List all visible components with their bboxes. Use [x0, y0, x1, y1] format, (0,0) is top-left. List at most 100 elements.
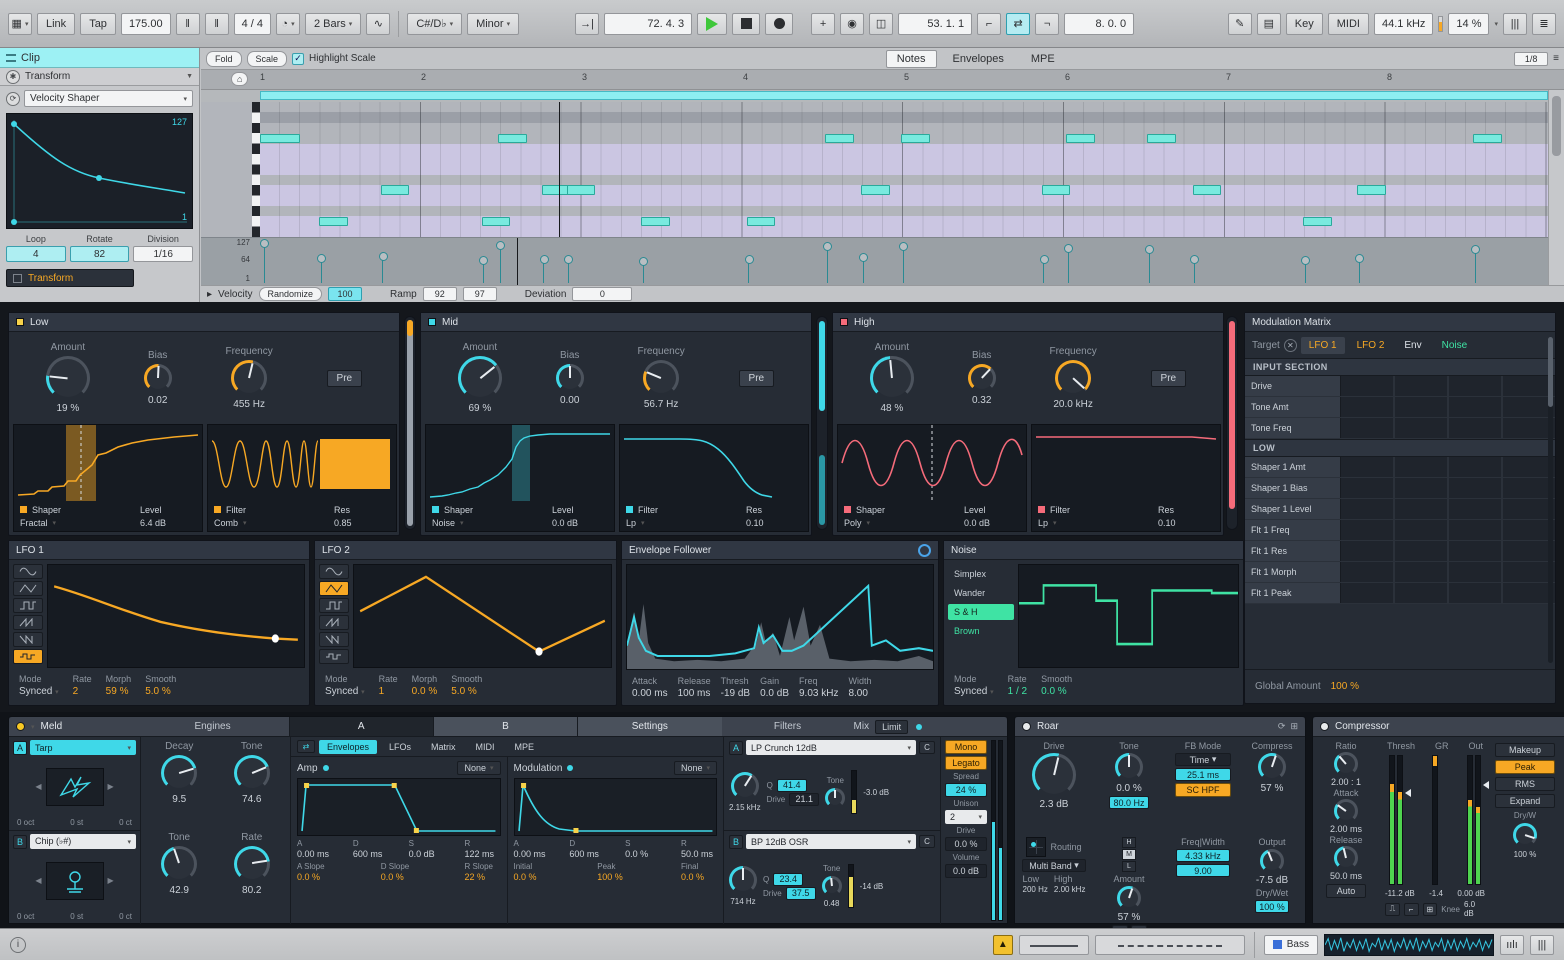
subtab-lfos[interactable]: LFOs — [381, 740, 419, 754]
tempo-field[interactable]: 175.00 — [121, 13, 171, 35]
noise-type-wander[interactable]: Wander — [948, 585, 1014, 601]
high-bias-knob[interactable] — [968, 364, 996, 392]
matrix-row[interactable]: Flt 1 Freq — [1245, 520, 1555, 541]
osc-a-st[interactable]: 0 st — [70, 818, 83, 827]
mid-shaper-level[interactable]: 0.0 dB — [552, 518, 608, 528]
peak-mode-button[interactable]: Peak — [1495, 760, 1555, 774]
scale-button[interactable]: Scale — [247, 51, 288, 67]
subtab-midi[interactable]: MIDI — [468, 740, 503, 754]
tab-engine-b[interactable]: B — [433, 717, 577, 736]
osc-b-st[interactable]: 0 st — [70, 912, 83, 921]
low-pre-button[interactable]: Pre — [327, 370, 363, 387]
highlight-scale-checkbox[interactable]: ✓ — [292, 53, 304, 65]
low-filter-res[interactable]: 0.85 — [334, 518, 390, 528]
amp-sustain[interactable]: 0.0 dB — [409, 849, 445, 859]
subtab-mpe[interactable]: MPE — [507, 740, 543, 754]
envf-thresh-value[interactable]: -19 dB — [721, 688, 750, 699]
amp-decay[interactable]: 600 ms — [353, 849, 389, 859]
matrix-row[interactable]: Shaper 1 Amt — [1245, 457, 1555, 478]
next-osc-icon[interactable]: ▶ — [108, 782, 114, 791]
out-meter[interactable] — [1467, 755, 1481, 885]
loop-length-field[interactable]: 8. 0. 0 — [1064, 13, 1134, 35]
osc-a-select[interactable]: Tarp▾ — [30, 740, 136, 755]
tool-cycle-icon[interactable]: ⟳ — [6, 92, 20, 106]
mid-filter-display[interactable]: FilterRes Lp▾0.10 — [619, 424, 809, 532]
velocity-shaper-graph[interactable]: 127 1 — [6, 113, 193, 229]
engine-b-tone-knob[interactable] — [161, 846, 197, 882]
matrix-row[interactable]: Flt 1 Peak — [1245, 583, 1555, 604]
lfo2-rate-value[interactable]: 1 — [379, 686, 398, 697]
clip-tab[interactable]: Clip — [0, 48, 199, 68]
info-view-icon[interactable]: i — [10, 937, 26, 953]
groove-icon[interactable]: ∿ — [366, 13, 390, 35]
midi-note[interactable] — [747, 217, 775, 227]
tab-settings[interactable]: Settings — [577, 717, 721, 736]
filter-a-badge[interactable]: A — [729, 741, 743, 755]
draw-mode-icon[interactable]: ✎ — [1228, 13, 1252, 35]
high-filter-type[interactable]: Lp▾0.10 — [1038, 516, 1214, 529]
mid-filter-type[interactable]: Lp▾0.10 — [626, 516, 802, 529]
high-pre-button[interactable]: Pre — [1151, 370, 1187, 387]
osc-b-ct[interactable]: 0 ct — [119, 912, 132, 921]
unison-select[interactable]: 2▾ — [945, 810, 987, 824]
velocity-marker[interactable] — [568, 262, 569, 283]
keyboard-strip[interactable] — [252, 102, 260, 237]
roar-compress-knob[interactable] — [1258, 753, 1286, 781]
filter-a-freq-knob[interactable] — [731, 772, 759, 800]
subtab-envelopes[interactable]: Envelopes — [319, 740, 377, 754]
matrix-clear-icon[interactable]: ✕ — [1284, 339, 1297, 352]
filter-a-out[interactable]: -3.0 dB — [863, 788, 889, 797]
noise-mode-select[interactable]: Synced ▾ — [954, 686, 994, 697]
low-amount-knob[interactable] — [46, 356, 90, 400]
velocity-marker[interactable] — [863, 260, 864, 283]
cpu-load-display[interactable]: 14 % — [1448, 13, 1489, 35]
sine-shape-icon[interactable] — [319, 564, 349, 579]
piano-roll-scrollbar[interactable] — [1548, 90, 1564, 285]
filter-b-badge[interactable]: B — [729, 835, 743, 849]
deviation-value[interactable]: 0 — [572, 287, 632, 301]
amp-r-slope[interactable]: 22 % — [465, 872, 501, 882]
prev-osc-icon[interactable]: ◀ — [35, 782, 41, 791]
filter-b-out[interactable]: -14 dB — [860, 882, 884, 891]
random-shape-icon[interactable] — [13, 649, 43, 664]
key-map-button[interactable]: Key — [1286, 13, 1323, 35]
saw-shape-icon[interactable] — [319, 615, 349, 630]
low-bias-knob[interactable] — [144, 364, 172, 392]
midi-note[interactable] — [260, 134, 300, 144]
osc-a-ct[interactable]: 0 ct — [119, 818, 132, 827]
matrix-tab-lfo1[interactable]: LFO 1 — [1301, 337, 1345, 354]
comp-ratio-knob[interactable] — [1334, 752, 1358, 776]
lfo1-display[interactable] — [47, 564, 305, 668]
comp-release-knob[interactable] — [1334, 846, 1358, 870]
mix-drive-value[interactable]: 0.0 % — [945, 837, 987, 851]
roar-routing-pad[interactable] — [1026, 837, 1046, 857]
comp-ratio-value[interactable]: 2.00 : 1 — [1331, 777, 1361, 787]
low-shaper-type[interactable]: Fractal▾6.4 dB — [20, 516, 196, 529]
matrix-row[interactable]: Tone Freq — [1245, 418, 1555, 439]
overview-toggle-icon[interactable]: ≣ — [1532, 13, 1556, 35]
scale-root-menu[interactable]: C#/D♭▾ — [407, 13, 462, 35]
loop-toggle-icon[interactable]: ⌂ — [231, 72, 248, 86]
grid-menu-icon[interactable]: ≡ — [1553, 53, 1559, 64]
osc-a-badge[interactable]: A — [13, 741, 27, 755]
envf-gain-value[interactable]: 0.0 dB — [760, 688, 789, 699]
roar-fw-width[interactable]: 9.00 — [1176, 864, 1230, 877]
makeup-button[interactable]: Makeup — [1495, 743, 1555, 757]
roar-high-split[interactable]: 2.00 kHz — [1054, 885, 1086, 894]
midi-map-button[interactable]: MIDI — [1328, 13, 1369, 35]
warning-icon[interactable]: ▲ — [993, 935, 1013, 955]
comp-release-value[interactable]: 50.0 ms — [1330, 871, 1362, 881]
velocity-marker[interactable] — [903, 249, 904, 283]
matrix-tab-env[interactable]: Env — [1396, 337, 1429, 354]
mod-sustain[interactable]: 0.0 % — [625, 849, 661, 859]
osc-b-select[interactable]: Chip (♭#)▾ — [30, 834, 136, 849]
noise-display[interactable] — [1018, 564, 1239, 668]
mod-peak[interactable]: 100 % — [597, 872, 633, 882]
low-shaper-level[interactable]: 6.4 dB — [140, 518, 196, 528]
record-button[interactable] — [765, 13, 793, 35]
noise-type-brown[interactable]: Brown — [948, 623, 1014, 639]
filter-a-tone-knob[interactable] — [825, 788, 845, 808]
mid-shaper-display[interactable]: ShaperLevel Noise▾0.0 dB — [425, 424, 615, 532]
mini-clip-display[interactable] — [1019, 935, 1089, 955]
envelope-follower-display[interactable] — [626, 564, 934, 670]
